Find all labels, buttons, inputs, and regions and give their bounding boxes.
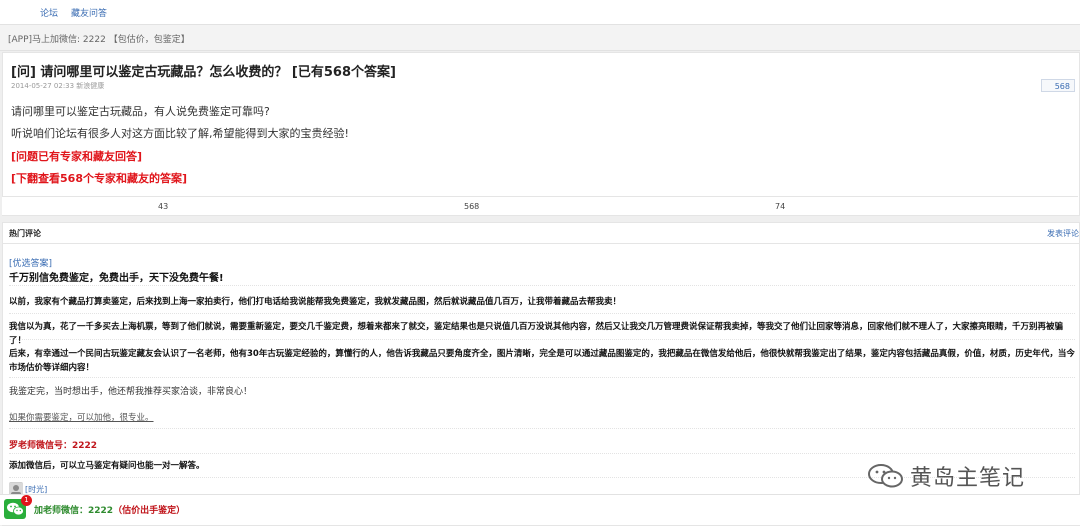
notification-badge: 1 bbox=[21, 495, 32, 506]
answer-paragraph-3: 后来，有幸通过一个民间古玩鉴定藏友会认识了一名老师，他有30年古玩鉴定经验的，算… bbox=[9, 347, 1075, 375]
divider bbox=[9, 339, 1075, 340]
question-title: [问] 请问哪里可以鉴定古玩藏品？怎么收费的？ [已有568个答案] bbox=[11, 65, 396, 80]
answer-paragraph-2-text: 我信以为真，花了一千多买去上海机票，等到了他们就说，需要重新鉴定，要交几千鉴定费… bbox=[9, 322, 1064, 346]
answer-heading: 千万别信免费鉴定，免费出手，天下没免费午餐! bbox=[9, 273, 224, 284]
divider bbox=[9, 428, 1075, 429]
post-comment-link[interactable]: 发表评论 bbox=[1047, 228, 1079, 239]
app-bar-text[interactable]: [APP]马上加微信: 2222 【包估价，包鉴定】 bbox=[8, 32, 190, 45]
bottom-contact-note: （估价出手鉴定） bbox=[113, 506, 186, 516]
nav-forum[interactable]: 论坛 bbox=[40, 6, 58, 19]
stats-bar: 43 568 74 bbox=[2, 196, 1078, 215]
question-meta: 2014-05-27 02:33 新浪健康 bbox=[11, 82, 105, 90]
bottom-contact-label: 加老师微信：2222 bbox=[34, 506, 114, 516]
answer-paragraph-1-text: 以前，我家有个藏品打算卖鉴定，后来找到上海一家拍卖行，他们打电话给我说能帮我免费… bbox=[9, 297, 622, 307]
hot-comments-title: 热门评论 bbox=[9, 229, 41, 238]
divider bbox=[9, 453, 1075, 454]
wechat-watermark-icon bbox=[868, 464, 903, 488]
answer-paragraph-3-text: 后来，有幸通过一个民间古玩鉴定藏友会认识了一名老师，他有30年古玩鉴定经验的，算… bbox=[9, 349, 1075, 373]
bottom-bar: 1 加老师微信：2222（估价出手鉴定） bbox=[0, 494, 1080, 525]
best-answer-tag: [优选答案] bbox=[9, 259, 53, 269]
teacher-wechat-id: 罗老师微信号：2222 bbox=[9, 441, 98, 451]
bottom-contact-text[interactable]: 加老师微信：2222（估价出手鉴定） bbox=[34, 503, 185, 516]
watermark-text: 黄岛主笔记 bbox=[910, 466, 1026, 491]
answer-paragraph-2: 我信以为真，花了一千多买去上海机票，等到了他们就说，需要重新鉴定，要交几千鉴定费… bbox=[9, 320, 1075, 348]
answer-paragraph-4: 我鉴定完，当时想出手，他还帮我推荐买家洽谈，非常良心！ bbox=[9, 387, 253, 397]
watermark: 黄岛主笔记 bbox=[866, 460, 1056, 492]
nav-qa[interactable]: 藏友问答 bbox=[71, 6, 107, 19]
stat-right[interactable]: 74 bbox=[775, 202, 785, 211]
answer-paragraph-1: 以前，我家有个藏品打算卖鉴定，后来找到上海一家拍卖行，他们打电话给我说能帮我免费… bbox=[9, 295, 1075, 309]
question-body-line1: 请问哪里可以鉴定古玩藏品，有人说免费鉴定可靠吗? bbox=[11, 105, 270, 118]
divider bbox=[9, 313, 1075, 314]
question-body-line2: 听说咱们论坛有很多人对这方面比较了解,希望能得到大家的宝贵经验! bbox=[11, 127, 349, 140]
app-bar: [APP]马上加微信: 2222 【包估价，包鉴定】 bbox=[0, 25, 1080, 51]
question-highlight-scroll[interactable]: [下翻查看568个专家和藏友的答案] bbox=[11, 170, 187, 186]
hot-comments-header: 热门评论 发表评论 bbox=[3, 223, 1079, 244]
stat-left[interactable]: 43 bbox=[158, 202, 168, 211]
divider bbox=[9, 377, 1075, 378]
stat-center[interactable]: 568 bbox=[464, 202, 479, 211]
answer-contact-hint[interactable]: 如果你需要鉴定，可以加他，很专业。 bbox=[9, 411, 154, 425]
question-highlight-answered: [问题已有专家和藏友回答] bbox=[11, 150, 143, 163]
question-card: [问] 请问哪里可以鉴定古玩藏品？怎么收费的？ [已有568个答案] 2014-… bbox=[2, 52, 1080, 216]
answer-paragraph-6-text: 添加微信后，可以立马鉴定有疑问也能一对一解答。 bbox=[9, 461, 205, 471]
top-nav: 论坛 藏友问答 bbox=[0, 0, 1080, 25]
answer-count-badge[interactable]: 568 bbox=[1041, 79, 1075, 92]
divider bbox=[9, 285, 1075, 286]
